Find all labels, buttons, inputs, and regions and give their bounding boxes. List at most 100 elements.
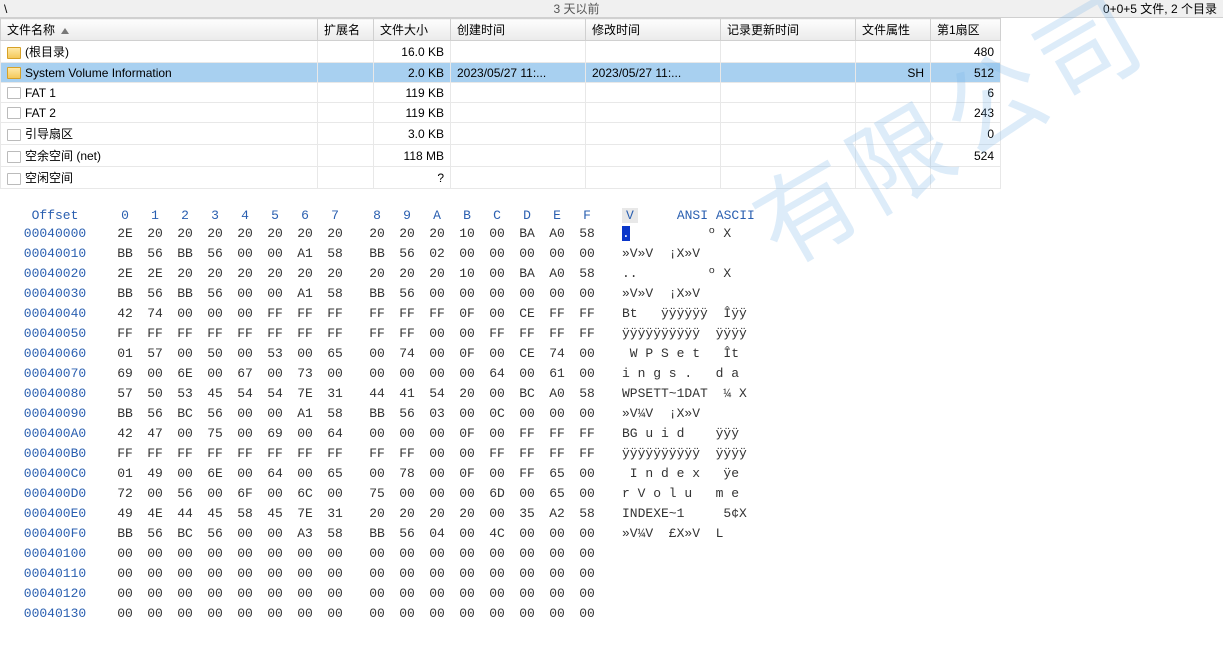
hex-byte[interactable]: FF [512,424,542,444]
hex-byte[interactable]: 00 [422,604,452,624]
hex-byte[interactable]: 00 [452,564,482,584]
hex-byte[interactable]: 58 [572,504,602,524]
hex-byte[interactable]: 00 [170,304,200,324]
hex-byte[interactable]: 00 [140,564,170,584]
hex-byte[interactable]: 00 [362,584,392,604]
hex-byte[interactable]: BA [512,264,542,284]
hex-byte[interactable]: 00 [170,584,200,604]
hex-byte[interactable]: 00 [392,544,422,564]
hex-byte[interactable]: 00 [200,604,230,624]
hex-byte[interactable]: FF [290,304,320,324]
hex-byte[interactable]: FF [572,444,602,464]
hex-byte[interactable]: BC [512,384,542,404]
hex-row[interactable]: 0004011000000000000000000000000000000000 [0,564,1223,584]
hex-byte[interactable]: 00 [572,284,602,304]
hex-byte[interactable]: 00 [392,484,422,504]
hex-byte[interactable]: 00 [512,584,542,604]
hex-byte[interactable]: 50 [140,384,170,404]
hex-byte[interactable]: 0F [452,304,482,324]
hex-byte[interactable]: 00 [200,304,230,324]
hex-byte[interactable]: 6E [200,464,230,484]
hex-byte[interactable]: 54 [260,384,290,404]
table-row[interactable]: System Volume Information2.0 KB2023/05/2… [1,63,1001,83]
hex-byte[interactable]: 00 [200,364,230,384]
hex-byte[interactable]: 00 [452,604,482,624]
table-row[interactable]: 空余空间 (net)118 MB524 [1,145,1001,167]
hex-byte[interactable]: 6C [290,484,320,504]
hex-byte[interactable]: 64 [260,464,290,484]
hex-byte[interactable]: 00 [392,364,422,384]
hex-byte[interactable]: 03 [422,404,452,424]
hex-byte[interactable]: 20 [140,224,170,244]
hex-byte[interactable]: 00 [260,364,290,384]
hex-byte[interactable]: 20 [230,224,260,244]
hex-byte[interactable]: 44 [362,384,392,404]
hex-byte[interactable]: 00 [422,444,452,464]
hex-byte[interactable]: 20 [260,264,290,284]
hex-byte[interactable]: 00 [200,544,230,564]
hex-byte[interactable]: 00 [140,484,170,504]
hex-byte[interactable]: 56 [392,524,422,544]
hex-byte[interactable]: 65 [542,484,572,504]
hex-byte[interactable]: 00 [290,344,320,364]
hex-byte[interactable]: A1 [290,284,320,304]
hex-byte[interactable]: FF [290,444,320,464]
hex-byte[interactable]: 00 [422,364,452,384]
hex-byte[interactable]: 31 [320,384,350,404]
hex-row[interactable]: 000400B0FFFFFFFFFFFFFFFFFFFF0000FFFFFFFF… [0,444,1223,464]
hex-byte[interactable]: 58 [320,404,350,424]
hex-byte[interactable]: 00 [482,244,512,264]
hex-byte[interactable]: A0 [542,384,572,404]
hex-byte[interactable]: 20 [200,264,230,284]
hex-byte[interactable]: 56 [200,244,230,264]
hex-byte[interactable]: 20 [170,224,200,244]
hex-byte[interactable]: 56 [140,524,170,544]
hex-byte[interactable]: 00 [542,244,572,264]
hex-byte[interactable]: 56 [392,404,422,424]
hex-byte[interactable]: 67 [230,364,260,384]
hex-byte[interactable]: 49 [110,504,140,524]
col-header-sector[interactable]: 第1扇区 [931,19,1001,41]
hex-byte[interactable]: FF [140,324,170,344]
hex-byte[interactable]: 00 [422,284,452,304]
hex-byte[interactable]: 49 [140,464,170,484]
hex-byte[interactable]: 00 [392,604,422,624]
hex-byte[interactable]: BB [362,524,392,544]
hex-byte[interactable]: 75 [362,484,392,504]
hex-byte[interactable]: FF [290,324,320,344]
hex-byte[interactable]: 20 [392,264,422,284]
hex-byte[interactable]: 7E [290,504,320,524]
hex-byte[interactable]: 00 [230,604,260,624]
hex-byte[interactable]: 00 [140,604,170,624]
hex-byte[interactable]: FF [512,464,542,484]
hex-row[interactable]: 00040030BB56BB560000A158BB56000000000000… [0,284,1223,304]
hex-byte[interactable]: 00 [542,404,572,424]
hex-byte[interactable]: BB [110,244,140,264]
hex-byte[interactable]: 00 [542,564,572,584]
hex-byte[interactable]: FF [260,304,290,324]
hex-byte[interactable]: 00 [230,284,260,304]
hex-byte[interactable]: A0 [542,264,572,284]
hex-byte[interactable]: A1 [290,404,320,424]
hex-byte[interactable]: 00 [362,544,392,564]
hex-byte[interactable]: 00 [260,244,290,264]
table-row[interactable]: (根目录)16.0 KB480 [1,41,1001,63]
hex-byte[interactable]: 20 [452,504,482,524]
hex-byte[interactable]: FF [110,324,140,344]
hex-byte[interactable]: FF [482,324,512,344]
hex-byte[interactable]: 00 [512,484,542,504]
hex-row[interactable]: 000400D0720056006F006C00750000006D006500… [0,484,1223,504]
col-header-created[interactable]: 创建时间 [451,19,586,41]
hex-byte[interactable]: 00 [362,364,392,384]
hex-byte[interactable]: 00 [290,464,320,484]
hex-byte[interactable]: FF [362,444,392,464]
hex-byte[interactable]: 00 [422,344,452,364]
hex-byte[interactable]: 20 [422,504,452,524]
hex-byte[interactable]: 00 [290,544,320,564]
hex-byte[interactable]: 00 [422,544,452,564]
hex-byte[interactable]: 00 [392,424,422,444]
hex-byte[interactable]: 00 [320,364,350,384]
hex-byte[interactable]: 20 [320,264,350,284]
hex-byte[interactable]: 10 [452,224,482,244]
hex-byte[interactable]: 00 [320,584,350,604]
